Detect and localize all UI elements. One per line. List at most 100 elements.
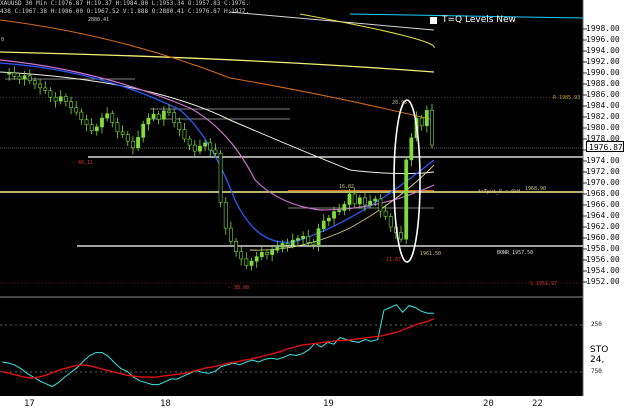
anno-1968: 1968.90 xyxy=(525,186,547,192)
price-axis-label: 1980.00 xyxy=(586,123,620,132)
price-axis-label: 1986.00 xyxy=(586,90,620,99)
candle-body xyxy=(404,159,409,240)
candle-body xyxy=(306,236,311,243)
sto-axis-750: 750 xyxy=(591,368,602,375)
candle-body xyxy=(254,256,259,262)
candle-body xyxy=(383,210,388,217)
candle-body xyxy=(110,113,115,123)
price-axis-label: 1984.00 xyxy=(586,101,620,110)
candle-body xyxy=(151,113,156,119)
candle-body xyxy=(120,131,125,135)
price-axis-label: 1954.00 xyxy=(586,266,620,275)
candle-body xyxy=(146,117,151,125)
candle-body xyxy=(363,197,367,206)
anno-low-2: - 11.87 xyxy=(380,257,402,263)
candle-body xyxy=(296,238,300,241)
candle-body xyxy=(177,122,182,130)
candle-body xyxy=(223,201,228,229)
candle-body xyxy=(285,243,290,246)
anno-1962: 16.82 xyxy=(339,184,355,190)
sto-axis-250: 250 xyxy=(591,321,602,328)
candle-body xyxy=(182,129,187,140)
price-axis-label: 1982.00 xyxy=(586,112,620,121)
candle-body xyxy=(270,249,275,255)
candle-body xyxy=(368,200,373,206)
candle-body xyxy=(311,242,316,245)
price-axis-label: 1996.00 xyxy=(586,35,620,44)
candle-body xyxy=(74,107,79,113)
candle-body xyxy=(249,260,254,266)
candle-body xyxy=(234,241,238,253)
price-axis-label: 1966.00 xyxy=(586,200,620,209)
anno-s1: S 1951.97 xyxy=(530,281,558,287)
candle-body xyxy=(192,144,197,152)
candle-body xyxy=(125,134,130,142)
candle-body xyxy=(239,251,244,260)
time-label-19: 19 xyxy=(323,399,334,409)
anno-top: 20.95 xyxy=(392,100,408,106)
candle-body xyxy=(347,193,352,205)
indicator-title[interactable]: T=Q Levels New xyxy=(442,15,516,25)
candle-body xyxy=(337,210,342,212)
candle-body xyxy=(378,198,383,212)
candle-body xyxy=(424,110,429,127)
candle-body xyxy=(38,83,42,89)
candle-body xyxy=(352,193,357,205)
sto-indicator-label[interactable]: STO 24, xyxy=(590,345,625,365)
candle-body xyxy=(399,232,403,240)
price-axis-label: 1998.00 xyxy=(586,24,620,33)
candle-body xyxy=(161,110,166,120)
candle-body xyxy=(326,217,331,222)
candle-body xyxy=(63,96,68,102)
anno-bonr: BONR 1957.50 xyxy=(497,250,534,256)
candle-body xyxy=(259,252,264,258)
sto-k-line xyxy=(1,304,434,388)
time-label-20: 20 xyxy=(483,399,494,409)
price-axis-label: 1960.00 xyxy=(586,233,620,242)
ohlc-readout: XAUUSD 30 Min C:1976.87 H:19.37 H:1984.8… xyxy=(0,0,250,16)
candle-body xyxy=(43,87,48,91)
anno-r1: R 1985.93 xyxy=(553,95,581,101)
ohlc-row-2: 438 C:1967.38 H:1986.00 O:1967.52 V:1.88… xyxy=(0,8,250,15)
candle-body xyxy=(203,142,208,147)
candle-body xyxy=(228,227,233,242)
price-axis-label: 1972.00 xyxy=(586,167,620,176)
candle-body xyxy=(332,211,336,219)
chart-window[interactable]: XAUUSD 30 Min C:1976.87 H:19.37 H:1984.8… xyxy=(0,0,625,412)
candle-body xyxy=(115,122,120,133)
candle-body xyxy=(265,252,269,255)
candle-body xyxy=(17,76,22,80)
candle-body xyxy=(79,111,84,121)
time-label-22: 22 xyxy=(532,399,543,409)
anno-low: - 38.08 xyxy=(228,285,250,291)
candle-body xyxy=(357,197,362,205)
candle-body xyxy=(48,90,53,98)
candle-body xyxy=(172,112,177,123)
candle-body xyxy=(167,110,171,113)
candle-body xyxy=(69,101,73,108)
anno-1968-prefix: t=Tpvt_R = 0kH xyxy=(478,189,521,195)
price-chart-canvas[interactable] xyxy=(0,0,625,412)
candle-body xyxy=(419,117,424,127)
time-label-17: 17 xyxy=(24,399,35,409)
candle-body xyxy=(131,140,135,149)
last-price-box: 1976.87 xyxy=(586,141,624,152)
price-axis-label: 1956.00 xyxy=(586,255,620,264)
candle-body xyxy=(373,198,378,202)
candle-body xyxy=(321,220,326,229)
candle-body xyxy=(187,138,192,146)
candle-body xyxy=(244,258,249,266)
candle-body xyxy=(198,145,202,152)
candle-body xyxy=(12,72,17,77)
anno-m: 1961.50 xyxy=(420,251,442,257)
candle-body xyxy=(213,149,218,154)
price-axis-label: 1958.00 xyxy=(586,244,620,253)
candle-body xyxy=(218,153,223,203)
price-axis-label: 1992.00 xyxy=(586,57,620,66)
candle-body xyxy=(388,216,393,228)
ma-yellow-top-line xyxy=(299,13,435,49)
candle-body xyxy=(58,96,63,102)
candle-body xyxy=(89,124,94,132)
price-axis-label: 1952.00 xyxy=(586,277,620,286)
price-axis-label: 1968.00 xyxy=(586,189,620,198)
